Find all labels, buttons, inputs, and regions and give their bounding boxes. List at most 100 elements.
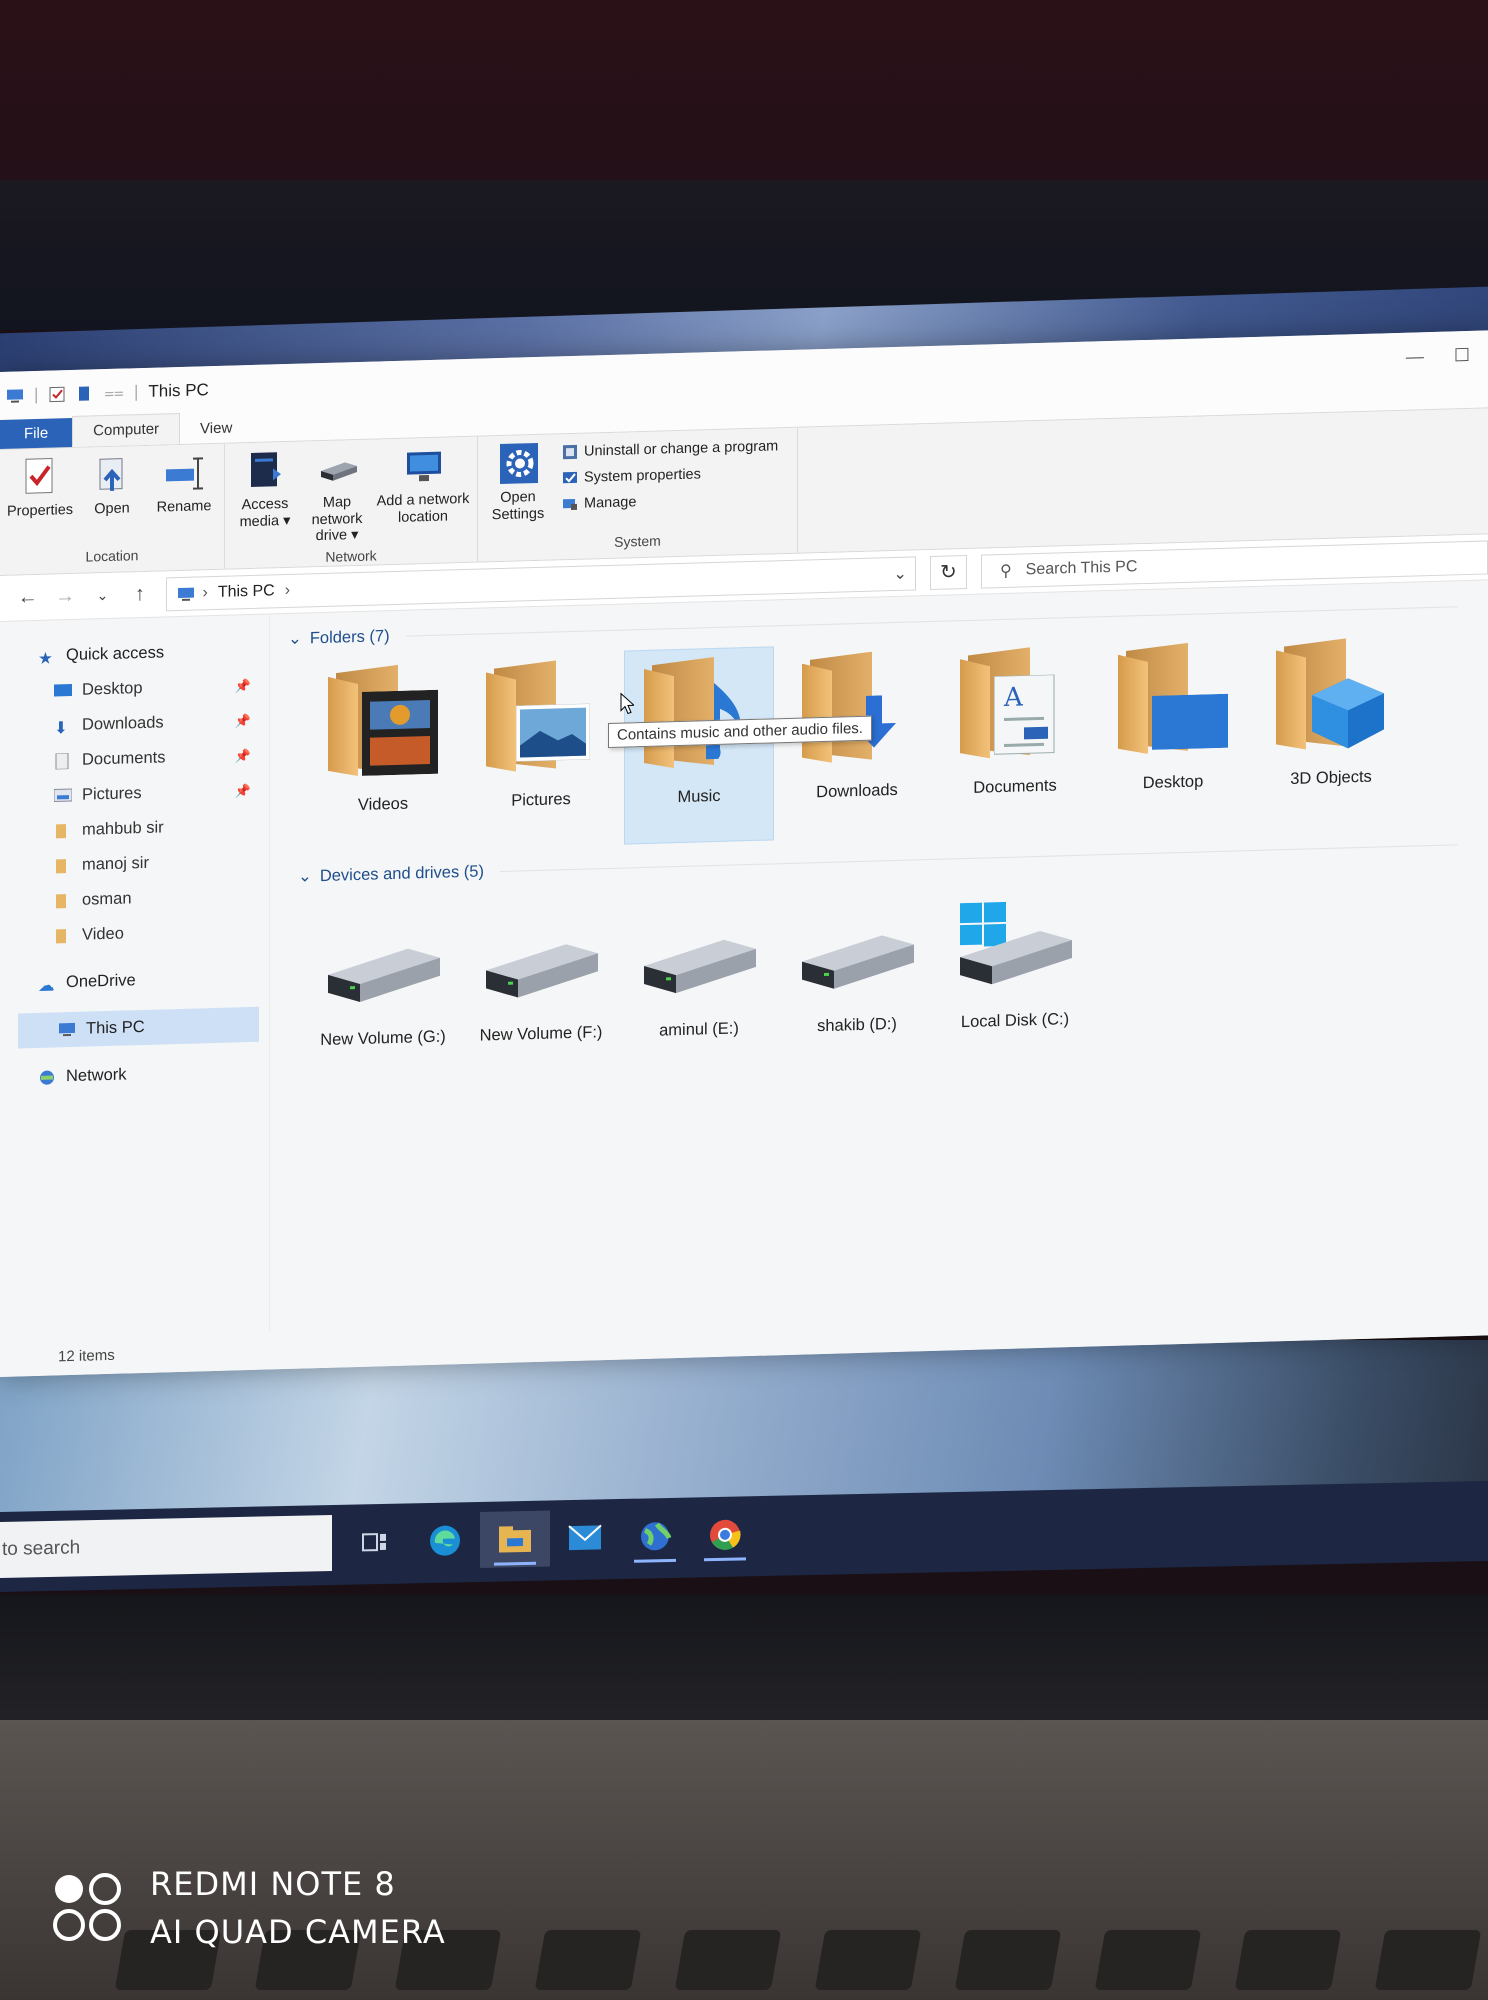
search-input[interactable]: ⚲ Search This PC bbox=[980, 539, 1488, 589]
main-pane: ⌄ Folders (7) Videos Pictures Music Down… bbox=[270, 580, 1488, 1364]
folder-label: Pictures bbox=[511, 790, 571, 810]
drive-label: New Volume (G:) bbox=[320, 1027, 446, 1050]
drive-item-e[interactable]: aminul (E:) bbox=[634, 909, 764, 1042]
chrome-icon[interactable] bbox=[690, 1506, 760, 1563]
open-label: Open bbox=[94, 500, 130, 518]
sidebar-item-label: This PC bbox=[86, 1017, 145, 1038]
svg-text:A: A bbox=[1003, 682, 1024, 713]
customize-toolbar-icon[interactable]: ⩵ bbox=[104, 383, 124, 404]
this-pc-icon bbox=[177, 585, 194, 601]
search-icon: ⚲ bbox=[999, 562, 1012, 580]
pin-icon[interactable]: 📌 bbox=[235, 782, 251, 798]
recent-locations-chevron-icon[interactable]: ⌄ bbox=[91, 587, 114, 605]
map-network-drive-button[interactable]: Map network drive ▾ bbox=[303, 446, 371, 546]
keyboard-key bbox=[1234, 1930, 1342, 1990]
gear-icon bbox=[498, 441, 538, 486]
3d-objects-folder-icon bbox=[1276, 637, 1386, 758]
new-folder-quick-icon[interactable] bbox=[76, 384, 94, 403]
maximize-icon[interactable]: ☐ bbox=[1454, 344, 1470, 365]
pin-icon[interactable]: 📌 bbox=[235, 747, 251, 763]
group-label-location: Location bbox=[85, 547, 139, 565]
map-network-drive-label: Map network drive ▾ bbox=[311, 494, 363, 545]
properties-quick-icon[interactable] bbox=[48, 385, 66, 404]
folders-section-title: Folders (7) bbox=[309, 626, 390, 647]
sidebar-item-network[interactable]: Network bbox=[0, 1053, 269, 1096]
maps-globe-icon[interactable] bbox=[620, 1508, 690, 1565]
folder-label: 3D Objects bbox=[1290, 767, 1372, 788]
divider: | bbox=[34, 384, 39, 405]
hard-drive-icon bbox=[796, 904, 918, 1003]
folder-item-desktop[interactable]: Desktop bbox=[1098, 633, 1248, 831]
network-location-icon bbox=[403, 444, 443, 489]
refresh-icon[interactable]: ↻ bbox=[929, 554, 967, 590]
sidebar-item-label: osman bbox=[82, 889, 132, 909]
sidebar-item-onedrive[interactable]: ☁ OneDrive bbox=[0, 959, 269, 1002]
add-network-location-button[interactable]: Add a network location bbox=[375, 443, 471, 544]
ribbon-group-system: Open Settings Uninstall or change a prog… bbox=[478, 427, 798, 562]
file-explorer-icon[interactable] bbox=[480, 1510, 550, 1568]
task-view-icon[interactable] bbox=[340, 1513, 410, 1570]
download-arrow-icon: ⬇ bbox=[54, 718, 68, 737]
tab-file[interactable]: File bbox=[0, 417, 73, 449]
access-media-button[interactable]: Access media ▾ bbox=[231, 448, 299, 548]
mail-icon[interactable] bbox=[550, 1509, 620, 1566]
edge-icon[interactable] bbox=[410, 1512, 480, 1569]
videos-folder-icon bbox=[328, 664, 438, 785]
minimize-icon[interactable]: — bbox=[1406, 346, 1424, 368]
open-button[interactable]: Open bbox=[78, 452, 146, 545]
drive-item-d[interactable]: shakib (D:) bbox=[792, 904, 922, 1037]
camera-watermark: REDMI NOTE 8 AI QUAD CAMERA bbox=[52, 1860, 446, 1956]
system-properties-button[interactable]: System properties bbox=[562, 464, 778, 486]
desktop-folder-icon bbox=[1118, 642, 1228, 763]
keyboard-key bbox=[1094, 1930, 1202, 1990]
music-folder-icon bbox=[644, 656, 754, 777]
folder-item-videos[interactable]: Videos bbox=[308, 655, 458, 853]
breadcrumb-this-pc[interactable]: This PC bbox=[218, 582, 275, 602]
properties-button[interactable]: Properties bbox=[6, 454, 74, 547]
manage-button[interactable]: Manage bbox=[562, 490, 778, 512]
folder-item-3d-objects[interactable]: 3D Objects bbox=[1256, 629, 1406, 827]
drive-label: New Volume (F:) bbox=[479, 1023, 603, 1045]
system-properties-label: System properties bbox=[584, 466, 701, 486]
sidebar-item-label: Video bbox=[82, 924, 124, 944]
pictures-icon bbox=[53, 787, 73, 804]
this-pc-icon bbox=[58, 1021, 76, 1038]
drive-item-f[interactable]: New Volume (F:) bbox=[476, 913, 606, 1046]
manage-label: Manage bbox=[584, 494, 637, 512]
drive-item-g[interactable]: New Volume (G:) bbox=[318, 917, 448, 1050]
breadcrumb-chevron-icon[interactable]: › bbox=[285, 581, 290, 599]
up-arrow-icon[interactable]: ↑ bbox=[128, 583, 151, 607]
folders-grid: Videos Pictures Music Downloads A Docume… bbox=[288, 620, 1488, 854]
content-area: ★ Quick access Desktop 📌 ⬇ Downloads 📌 D… bbox=[0, 580, 1488, 1372]
add-network-location-label: Add a network location bbox=[376, 490, 470, 526]
forward-arrow-icon[interactable]: → bbox=[53, 585, 76, 609]
rename-button[interactable]: Rename bbox=[150, 450, 218, 543]
breadcrumb-chevron-icon[interactable]: › bbox=[203, 584, 208, 602]
sidebar-item-folder[interactable]: Video bbox=[0, 912, 269, 955]
sidebar-item-this-pc[interactable]: This PC bbox=[18, 1006, 259, 1049]
tab-computer[interactable]: Computer bbox=[72, 412, 181, 447]
taskbar-search-box[interactable]: to search bbox=[0, 1515, 332, 1578]
folder-item-documents[interactable]: A Documents bbox=[940, 638, 1090, 836]
windows-drive-icon bbox=[954, 899, 1076, 999]
address-dropdown-chevron-icon[interactable]: ⌄ bbox=[893, 563, 914, 584]
sidebar-item-label: Desktop bbox=[82, 679, 143, 699]
folder-label: Videos bbox=[357, 794, 409, 815]
monitor-bezel-bottom bbox=[0, 1595, 1488, 1725]
tab-view[interactable]: View bbox=[180, 413, 252, 444]
camera-lens-logo-icon bbox=[52, 1872, 124, 1944]
network-icon bbox=[38, 1069, 56, 1086]
uninstall-program-button[interactable]: Uninstall or change a program bbox=[562, 438, 778, 460]
pin-icon[interactable]: 📌 bbox=[235, 677, 251, 693]
keyboard-key bbox=[534, 1930, 642, 1990]
sidebar-item-label: Pictures bbox=[82, 784, 142, 804]
pin-icon[interactable]: 📌 bbox=[235, 712, 251, 728]
folder-icon bbox=[54, 927, 72, 944]
open-settings-button[interactable]: Open Settings bbox=[484, 441, 552, 534]
folder-item-pictures[interactable]: Pictures bbox=[466, 651, 616, 849]
drives-section-title: Devices and drives (5) bbox=[319, 861, 484, 885]
back-arrow-icon[interactable]: ← bbox=[16, 586, 39, 610]
drive-item-c[interactable]: Local Disk (C:) bbox=[950, 899, 1080, 1033]
system-properties-icon bbox=[562, 470, 578, 486]
properties-label: Properties bbox=[6, 501, 74, 520]
